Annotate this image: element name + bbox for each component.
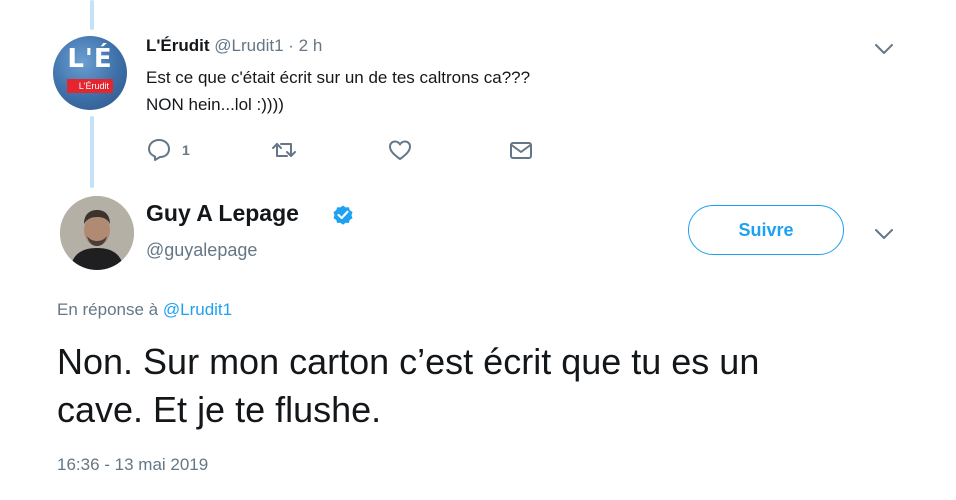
chevron-down-icon[interactable] [873,227,895,241]
avatar-logo-subtext: L'Érudit [67,79,113,93]
follow-button[interactable]: Suivre [688,205,844,255]
tweet-text-line: Est ce que c'était écrit sur un de tes c… [146,68,531,87]
direct-message-icon[interactable] [508,137,534,163]
retweet-action[interactable] [271,137,297,163]
thread-line-bottom [90,116,94,188]
author-name[interactable]: Guy A Lepage [146,200,299,227]
thread-line-top [90,0,94,30]
avatar-lerudit[interactable]: L'É L'Érudit [53,36,127,110]
reply-tweet-text: Est ce que c'était écrit sur un de tes c… [146,64,530,118]
author-handle[interactable]: @guyalepage [146,240,257,261]
in-reply-to: En réponse à @Lrudit1 [57,300,232,320]
chevron-down-icon[interactable] [873,42,895,56]
reply-tweet-header: L'Érudit @Lrudit1 · 2 h [146,36,322,56]
author-name[interactable]: L'Érudit [146,36,210,55]
tweet-text-line: cave. Et je te flushe. [57,389,382,430]
direct-message-action[interactable] [508,137,534,163]
like-action[interactable] [387,137,413,163]
in-reply-prefix: En réponse à [57,300,159,319]
retweet-icon[interactable] [271,137,297,163]
header-separator: · [288,36,294,55]
tweet-timestamp[interactable]: 16:36 - 13 mai 2019 [57,455,208,475]
author-handle[interactable]: @Lrudit1 [214,36,283,55]
avatar-guyalepage[interactable] [60,196,134,270]
like-icon[interactable] [387,137,413,163]
reply-count: 1 [182,142,190,158]
verified-badge-icon [333,205,353,225]
tweet-text-line: NON hein...lol :)))) [146,95,284,114]
main-tweet-text: Non. Sur mon carton c’est écrit que tu e… [57,338,937,434]
tweet-text-line: Non. Sur mon carton c’est écrit que tu e… [57,341,760,382]
avatar-logo-text: L'É [67,44,113,74]
reply-icon[interactable] [146,137,172,163]
in-reply-mention[interactable]: @Lrudit1 [163,300,232,319]
tweet-time[interactable]: 2 h [299,36,323,55]
avatar-portrait [60,196,134,270]
reply-action[interactable]: 1 [146,137,190,163]
